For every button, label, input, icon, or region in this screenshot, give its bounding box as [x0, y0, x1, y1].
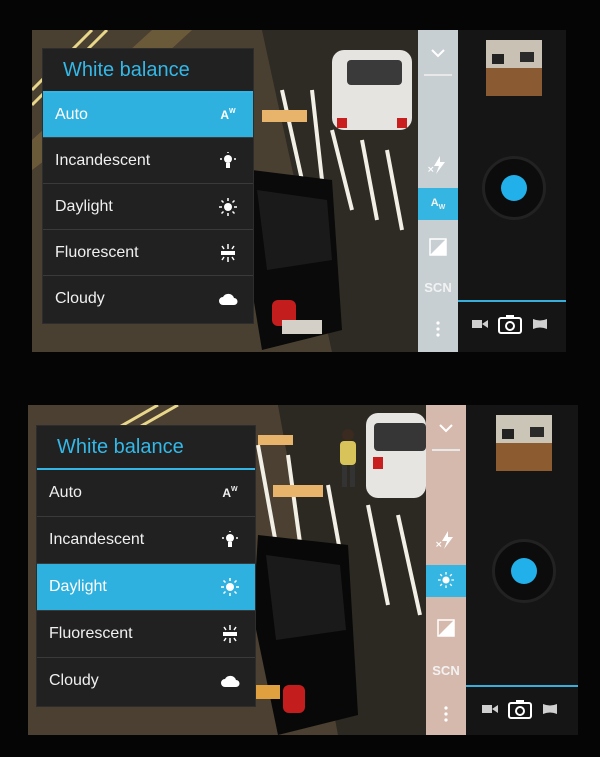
cloud-icon — [217, 292, 239, 306]
camera-mode-icon[interactable] — [508, 699, 532, 719]
option-label: Auto — [49, 484, 82, 501]
auto-wb-icon: AW — [430, 196, 446, 212]
panorama-mode-icon[interactable] — [542, 703, 558, 715]
controls-divider — [466, 685, 578, 687]
scene-mode-button[interactable]: SCN — [418, 274, 458, 300]
exposure-icon[interactable] — [426, 611, 466, 645]
shutter-ring — [482, 156, 546, 220]
incandescent-bulb-icon — [219, 531, 241, 549]
video-mode-icon[interactable] — [482, 703, 498, 715]
shutter-button[interactable] — [501, 175, 527, 201]
incandescent-bulb-icon — [217, 151, 239, 170]
option-label: Incandescent — [55, 151, 151, 169]
flash-off-icon[interactable]: × — [426, 523, 466, 557]
white-balance-menu: White balance Auto AW Incandescent Dayli… — [42, 48, 254, 324]
mode-switcher — [482, 699, 558, 719]
wb-option-incandescent[interactable]: Incandescent — [37, 516, 255, 563]
fluorescent-icon — [219, 625, 241, 643]
rail-divider — [432, 449, 460, 451]
exposure-icon[interactable] — [418, 230, 458, 264]
more-options-icon[interactable] — [426, 701, 466, 727]
white-balance-button[interactable] — [426, 565, 466, 597]
white-balance-menu: White balance Auto AW Incandescent Dayli… — [36, 425, 256, 707]
wb-option-cloudy[interactable]: Cloudy — [43, 275, 253, 321]
capture-controls — [458, 30, 566, 352]
last-photo-thumbnail[interactable] — [486, 40, 542, 96]
collapse-chevron-icon[interactable] — [426, 413, 466, 443]
option-label: Fluorescent — [55, 243, 139, 261]
option-label: Daylight — [55, 197, 113, 215]
collapse-chevron-icon[interactable] — [418, 38, 458, 68]
flash-off-icon[interactable]: × — [418, 148, 458, 182]
panorama-mode-icon[interactable] — [532, 318, 548, 330]
wb-option-incandescent[interactable]: Incandescent — [43, 137, 253, 183]
option-label: Auto — [55, 106, 88, 123]
menu-title: White balance — [57, 435, 184, 458]
more-options-icon[interactable] — [418, 316, 458, 342]
last-photo-thumbnail[interactable] — [496, 415, 552, 471]
svg-text:×: × — [435, 540, 443, 550]
auto-wb-icon: AW — [220, 108, 236, 122]
option-label: Cloudy — [49, 672, 99, 689]
auto-wb-icon: AW — [222, 486, 238, 500]
sun-icon — [217, 197, 239, 216]
wb-option-fluorescent[interactable]: Fluorescent — [37, 610, 255, 657]
option-label: Daylight — [49, 578, 107, 595]
rail-divider — [424, 74, 452, 76]
option-label: Incandescent — [49, 531, 145, 548]
white-balance-button[interactable]: AW — [418, 188, 458, 220]
wb-option-daylight[interactable]: Daylight — [43, 183, 253, 229]
camera-screen-top: × AW SCN White balance Auto A W Incandes… — [32, 30, 566, 352]
option-label: Cloudy — [55, 289, 105, 307]
sun-icon — [438, 571, 454, 591]
wb-option-auto[interactable]: Auto AW — [37, 470, 255, 516]
scene-mode-button[interactable]: SCN — [426, 657, 466, 683]
wb-option-auto[interactable]: Auto AW — [43, 93, 253, 137]
settings-rail: × SCN — [426, 405, 466, 735]
sun-icon — [219, 578, 241, 596]
wb-option-daylight[interactable]: Daylight — [37, 563, 255, 610]
svg-text:×: × — [427, 165, 435, 175]
settings-rail: × AW SCN — [418, 30, 458, 352]
video-mode-icon[interactable] — [472, 318, 488, 330]
camera-screen-bottom: × SCN White balance Auto A W Incandescen… — [28, 405, 578, 735]
wb-option-fluorescent[interactable]: Fluorescent — [43, 229, 253, 275]
fluorescent-icon — [217, 243, 239, 262]
option-label: Fluorescent — [49, 625, 133, 642]
wb-option-cloudy[interactable]: Cloudy — [37, 657, 255, 704]
cloud-icon — [219, 674, 241, 688]
menu-title: White balance — [63, 58, 190, 81]
controls-divider — [458, 300, 566, 302]
capture-controls — [466, 405, 578, 735]
shutter-button[interactable] — [511, 558, 537, 584]
shutter-ring — [492, 539, 556, 603]
mode-switcher — [472, 314, 548, 334]
camera-mode-icon[interactable] — [498, 314, 522, 334]
